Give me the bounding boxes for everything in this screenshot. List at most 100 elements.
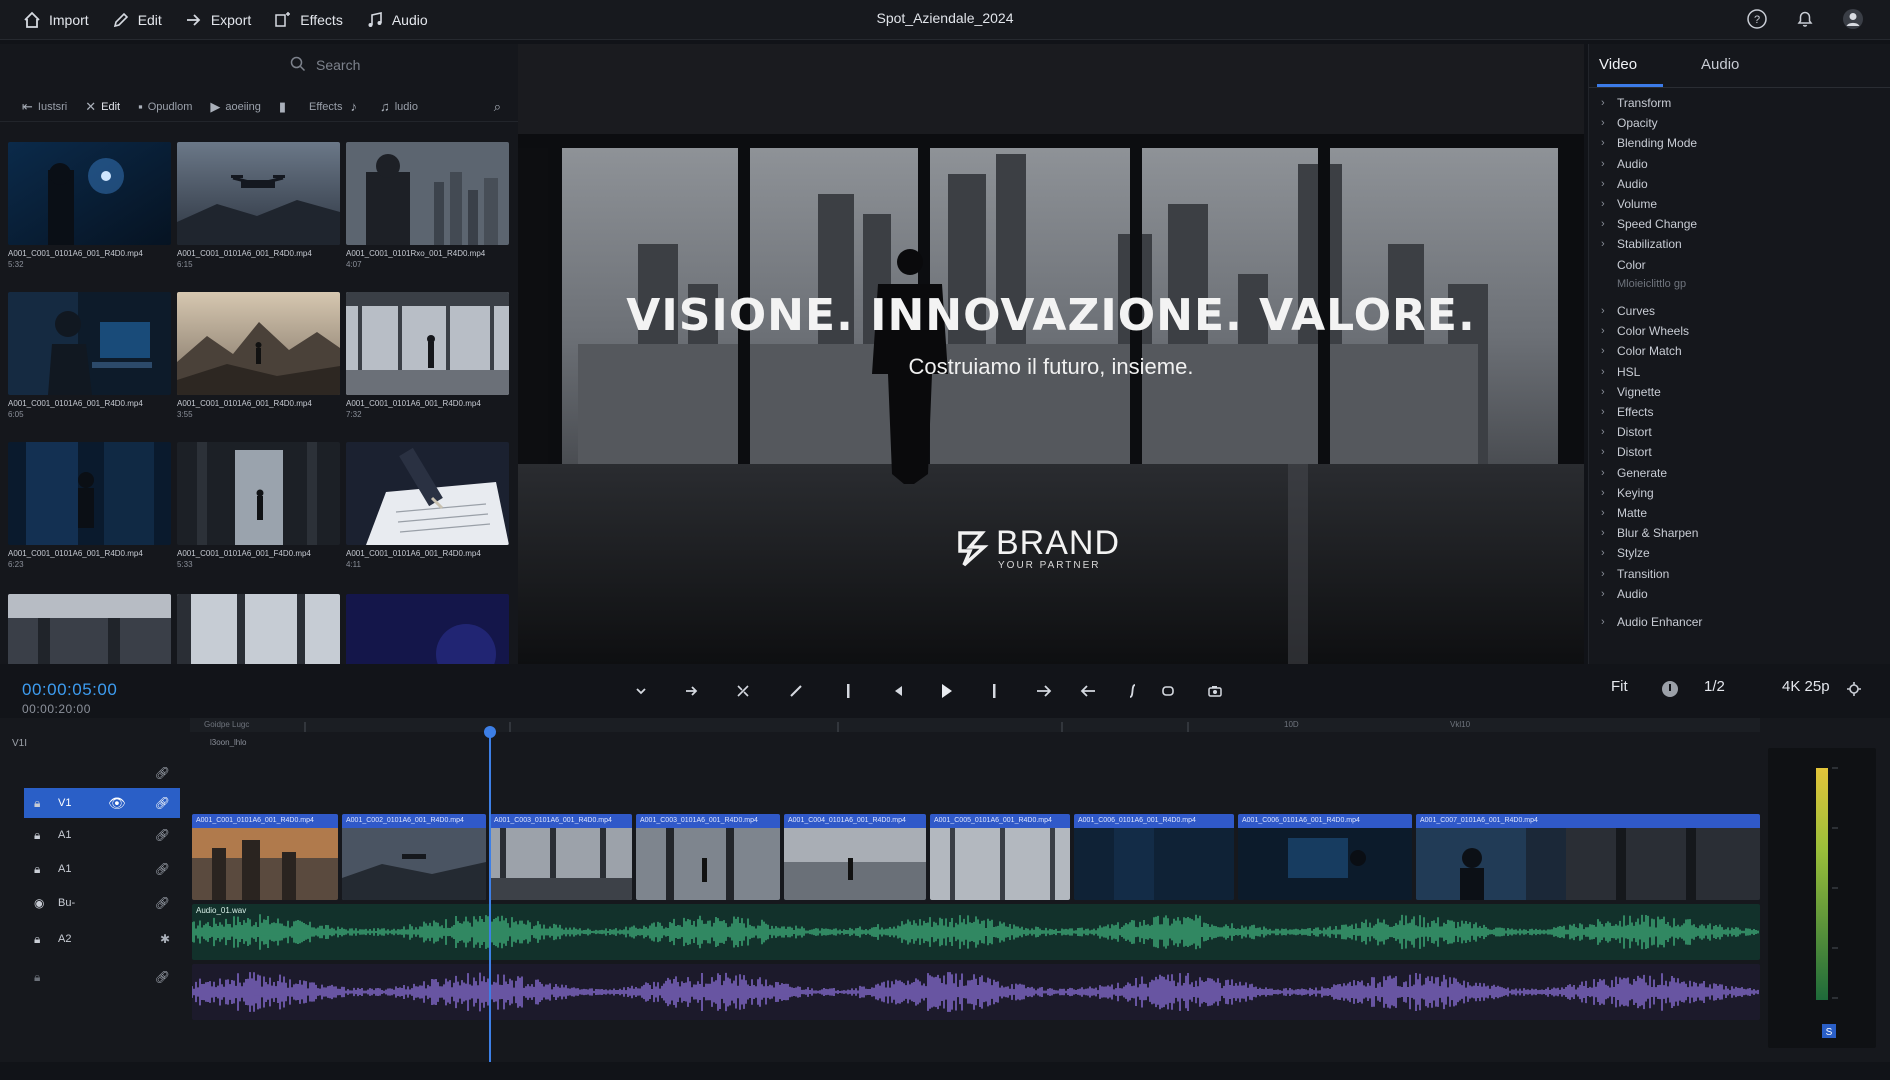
inspector-item[interactable]: › HSL [1601,365,1640,379]
media-tool-clip[interactable]: ▪ Opudlom [138,99,192,114]
settings-icon[interactable] [1842,679,1866,699]
media-tool-import[interactable]: ⇤ Iustsri [22,99,67,115]
tab-video[interactable]: Video [1599,56,1637,73]
menu-edit[interactable]: Edit [111,10,162,30]
lock-icon[interactable]: 🔒︎ [34,796,48,811]
media-search-button[interactable]: ⌕ [494,99,506,115]
inspector-item[interactable]: › Volume [1601,197,1657,211]
playhead[interactable] [484,726,496,1068]
media-clip[interactable]: A001_C001_0101A6_001_R4D0.mp4 4:11 [346,442,509,569]
media-tool-play[interactable]: ▶ aoeiing [210,99,260,115]
zoom-fit-button[interactable]: Fit [1611,678,1628,695]
audio-clip-a2[interactable] [192,964,1760,1020]
inspector-item[interactable]: › Effects [1601,405,1653,419]
timeline-clip[interactable]: A001_C007_0101A6_001_R4D0.mp4 [1416,814,1760,900]
timeline-clip[interactable]: A001_C006_0101A6_001_R4D0.mp4 [1238,814,1412,900]
inspector-item[interactable]: › Generate [1601,466,1667,480]
media-clip[interactable]: A001_C001_0101A6_001_R4D0.mp4 7:32 [346,292,509,419]
timeline-ruler[interactable]: Goidpe Lugc 10D Vkl10 [190,718,1760,732]
sequence-format[interactable]: 4K 25p [1782,678,1830,695]
media-clip[interactable]: A001_C001_0101A6_001_F4D0.mp4 5:33 [177,442,340,569]
media-clip[interactable]: A001_C001_0101A6_001_R4D0.mp4 3:55 [177,292,340,419]
menu-audio[interactable]: Audio [365,10,428,30]
inspector-item[interactable]: › Color Wheels [1601,324,1689,338]
mark-in-icon[interactable] [836,681,860,701]
playhead-handle[interactable] [484,726,496,738]
inspector-item[interactable]: › Speed Change [1601,217,1697,231]
media-tool-effects[interactable]: Effects ♪ [309,99,362,114]
playback-resolution[interactable]: 1/2 [1704,678,1725,695]
link-icon[interactable]: 🔗︎ [155,896,170,910]
media-clip[interactable]: A001_C001_0101A6_001_R4D0.mp4 5:32 [8,142,171,269]
help-icon[interactable]: ? [1744,6,1770,32]
timeline-clip[interactable]: A001_C002_0101A6_001_R4D0.mp4 [342,814,486,900]
inspector-item[interactable]: › Vignette [1601,385,1661,399]
media-clip[interactable] [8,594,171,664]
inspector-item[interactable]: › Stabilization [1601,237,1682,251]
track-header-empty2[interactable]: 🔒︎ 🔗︎ [24,962,180,992]
inspector-item[interactable]: › Audio [1601,587,1648,601]
insert-arrow-icon[interactable] [680,681,704,701]
media-clip[interactable]: A001_C001_0101Rxo_001_R4D0.mp4 4:07 [346,142,509,269]
media-search-input[interactable]: Search [290,52,510,78]
timeline-clip[interactable]: A001_C004_0101A6_001_R4D0.mp4 [784,814,926,900]
lock-icon[interactable]: 🔒︎ [34,862,48,877]
back-arrow-icon[interactable] [1076,681,1100,701]
track-header-a1b[interactable]: 🔒︎ A1 🔗︎ [24,854,180,884]
inspector-item[interactable]: › Audio [1601,177,1648,191]
inspector-item[interactable]: Color [1601,258,1646,272]
current-timecode[interactable]: 00:00:05:00 [22,680,117,700]
step-back-icon[interactable] [886,681,910,701]
track-header-empty[interactable]: 🔗︎ [24,758,180,788]
track-header-a2[interactable]: 🔒︎ A2 ✱ [24,924,180,954]
link-icon[interactable]: 🔗︎ [155,970,170,984]
timeline-clip[interactable]: A001_C005_0101A6_001_R4D0.mp4 [930,814,1070,900]
media-clip[interactable]: A001_C001_0101A6_001_R4D0.mp4 6:23 [8,442,171,569]
timeline-clip[interactable]: A001_C006_0101A6_001_R4D0.mp4 [1074,814,1234,900]
link-icon[interactable]: 🔗︎ [155,828,170,842]
media-clip[interactable] [346,594,509,664]
inspector-item[interactable]: › Distort [1601,425,1652,439]
lock-icon[interactable]: 🔒︎ [34,828,48,843]
inspector-item[interactable]: › Keying [1601,486,1654,500]
track-header-a1[interactable]: 🔒︎ A1 🔗︎ [24,820,180,850]
inspector-item[interactable]: › Audio Enhancer [1601,615,1702,629]
mute-icon[interactable]: ✱ [160,932,170,946]
lock-icon[interactable]: 🔒︎ [34,932,48,947]
media-clip[interactable] [177,594,340,664]
inspector-item[interactable]: › Transform [1601,96,1671,110]
inspector-item[interactable]: › Curves [1601,304,1655,318]
menu-export[interactable]: Export [184,10,251,30]
dropdown-chevron-icon[interactable] [629,681,653,701]
info-icon[interactable] [1658,679,1682,699]
pen-tool-icon[interactable] [784,681,808,701]
loop-icon[interactable] [1156,681,1180,701]
inspector-item[interactable]: › Matte [1601,506,1647,520]
mark-out-icon[interactable] [982,681,1006,701]
media-tool-film[interactable]: ▮ [279,99,291,115]
link-icon[interactable]: 🔗︎ [155,766,170,780]
link-icon[interactable]: 🔗︎ [155,796,170,810]
timeline-clip[interactable]: A001_C003_0101A6_001_R4D0.mp4 [636,814,780,900]
razor-tool-icon[interactable] [731,681,755,701]
inspector-item[interactable]: › Transition [1601,567,1669,581]
lock-icon[interactable]: 🔒︎ [34,970,48,985]
track-header-v1[interactable]: 🔒︎ V1 👁︎ 🔗︎ [24,788,180,818]
curve-tool-icon[interactable] [1121,681,1145,701]
bell-icon[interactable] [1792,6,1818,32]
tab-audio[interactable]: Audio [1701,56,1739,73]
record-icon[interactable]: ◉ [34,896,48,910]
media-tool-edit[interactable]: ✕ Edit [85,99,120,115]
inspector-item[interactable]: › Audio [1601,157,1648,171]
inspector-item[interactable]: › Opacity [1601,116,1658,130]
inspector-item[interactable]: › Blending Mode [1601,136,1697,150]
forward-arrow-icon[interactable] [1032,681,1056,701]
link-icon[interactable]: 🔗︎ [155,862,170,876]
program-viewer[interactable]: VISIONE. INNOVAZIONE. VALORE. Costruiamo… [518,44,1584,664]
inspector-item[interactable]: Mloieiclittlo gp [1601,278,1686,290]
media-tool-audio[interactable]: ♫ ludio [380,99,418,114]
audio-clip-a1[interactable]: Audio_01.wav [192,904,1760,960]
inspector-item[interactable]: › Distort [1601,445,1652,459]
snapshot-camera-icon[interactable] [1203,681,1227,701]
track-header-bus[interactable]: ◉ Bu- 🔗︎ [24,888,180,918]
